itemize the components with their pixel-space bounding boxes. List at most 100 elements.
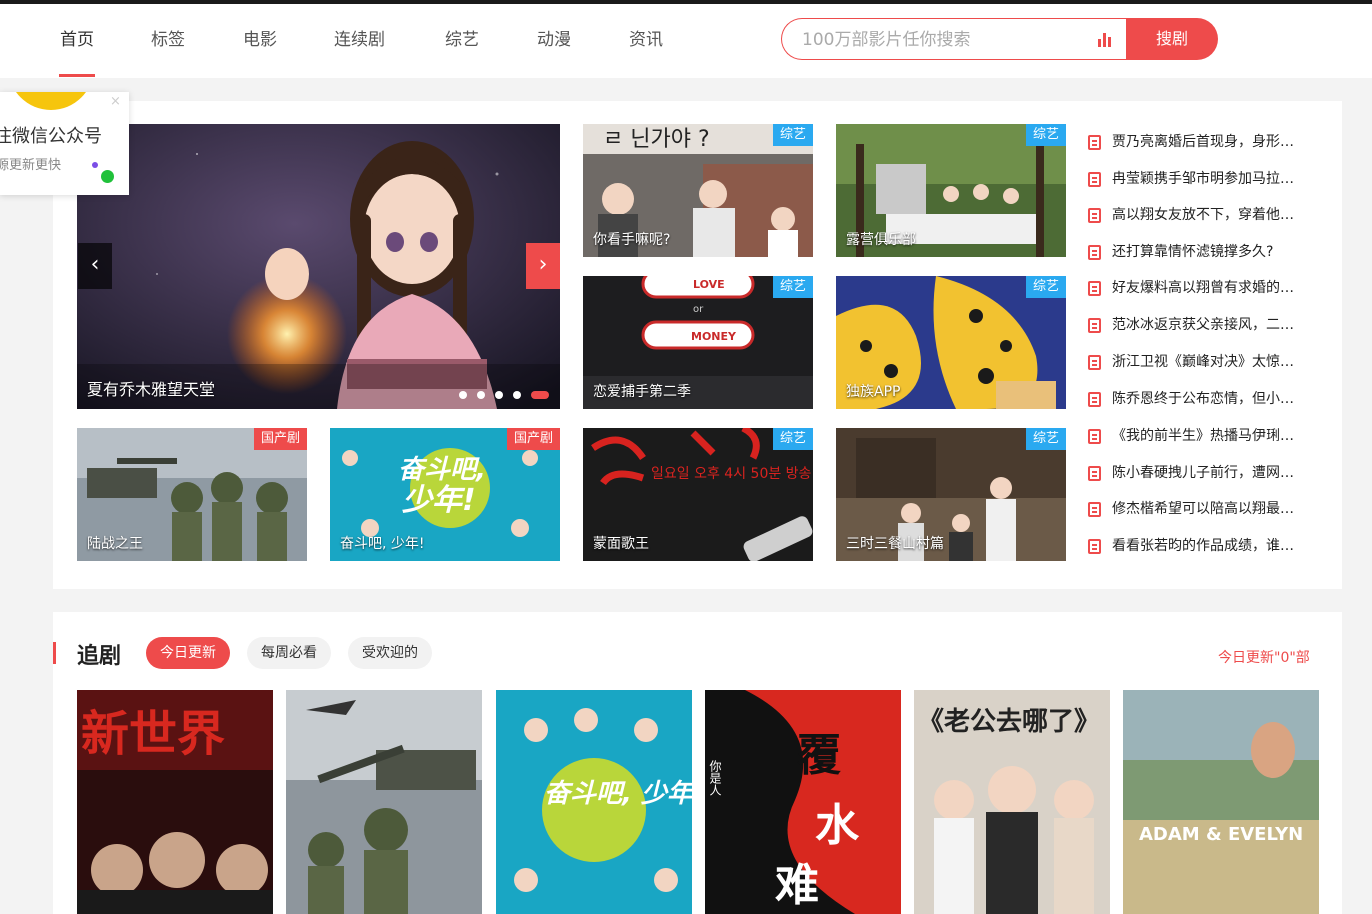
nav-home[interactable]: 首页 — [60, 28, 94, 52]
news-item[interactable]: 高以翔女友放不下，穿着他… — [1088, 205, 1328, 225]
document-icon — [1088, 135, 1101, 150]
wechat-logo-icon — [8, 92, 94, 110]
wechat-popup: × 注微信公众号 源更新更快 — [0, 92, 129, 195]
svg-text:覆: 覆 — [797, 730, 841, 781]
news-item[interactable]: 浙江卫视《巅峰对决》太惊… — [1088, 352, 1328, 372]
nav-movies[interactable]: 电影 — [243, 28, 277, 52]
tab-weekly[interactable]: 每周必看 — [247, 637, 331, 669]
poster-card[interactable] — [286, 690, 482, 914]
search-input[interactable] — [802, 28, 1082, 52]
chevron-right-icon: › — [538, 252, 548, 277]
section-title: 追剧 — [77, 644, 122, 669]
poster-card[interactable]: 覆 水 难 你是人 — [705, 690, 901, 914]
poster-image: 《老公去哪了》 — [914, 690, 1110, 914]
tile-card[interactable]: 奋斗吧, 少年! 国产剧 奋斗吧, 少年! — [330, 428, 560, 561]
section-accent-bar — [53, 642, 56, 664]
hero-dot-active[interactable] — [531, 391, 549, 399]
svg-text:or: or — [693, 304, 704, 315]
hero-slide[interactable]: 夏有乔木雅望天堂 — [77, 124, 560, 409]
decor-dot-icon — [101, 170, 114, 183]
hero-image — [77, 124, 560, 409]
poster-title-art: 《老公去哪了》 — [918, 707, 1100, 737]
document-icon — [1088, 429, 1101, 444]
poster-card[interactable]: 奋斗吧, 少年! — [496, 690, 692, 914]
news-item[interactable]: 好友爆料高以翔曾有求婚的… — [1088, 278, 1328, 298]
close-icon[interactable]: × — [110, 94, 121, 109]
popup-subtitle: 源更新更快 — [0, 158, 62, 173]
poster-title-art: 奋斗吧, 少年! — [544, 779, 692, 809]
hero-dot[interactable] — [513, 391, 521, 399]
hero-dot[interactable] — [477, 391, 485, 399]
document-icon — [1088, 208, 1101, 223]
svg-text:MONEY: MONEY — [691, 330, 737, 343]
tile-caption: 你看手嘛呢? — [593, 232, 671, 248]
tile-card[interactable]: 综艺 三时三餐山村篇 — [836, 428, 1066, 561]
tile-card[interactable]: 综艺 独族APP — [836, 276, 1066, 409]
tile-tag: 综艺 — [1025, 276, 1066, 298]
search-button[interactable]: 搜剧 — [1126, 18, 1218, 60]
today-update-count[interactable]: 今日更新"0"部 — [1218, 647, 1310, 667]
header: 首页 标签 电影 连续剧 综艺 动漫 资讯 搜剧 — [0, 4, 1372, 78]
tile-tag: 综艺 — [772, 124, 813, 146]
tile-tag: 国产剧 — [253, 428, 307, 450]
svg-text:LOVE: LOVE — [693, 278, 725, 291]
tile-tag: 综艺 — [772, 428, 813, 450]
document-icon — [1088, 172, 1101, 187]
poster-title-art: 新世界 — [81, 706, 225, 762]
tile-caption: 蒙面歌王 — [593, 536, 649, 552]
poster-title-art: ADAM & EVELYN — [1139, 824, 1303, 845]
nav-series[interactable]: 连续剧 — [334, 28, 385, 52]
nav-active-indicator — [59, 74, 95, 77]
news-item[interactable]: 看看张若昀的作品成绩，谁… — [1088, 536, 1328, 556]
tile-card[interactable]: 国产剧 陆战之王 — [77, 428, 307, 561]
tile-caption: 独族APP — [846, 384, 901, 400]
svg-text:ㄹ 닌가야 ?: ㄹ 닌가야 ? — [603, 127, 710, 152]
poster-card[interactable]: 《老公去哪了》 — [914, 690, 1110, 914]
document-icon — [1088, 539, 1101, 554]
poster-card[interactable]: ADAM & EVELYN — [1123, 690, 1319, 914]
hero-prev-button[interactable]: ‹ — [78, 243, 112, 289]
popup-title: 注微信公众号 — [0, 126, 102, 147]
tile-card[interactable]: 일요일 오후 4시 50분 방송 综艺 蒙面歌王 — [583, 428, 813, 561]
svg-text:难: 难 — [775, 860, 819, 911]
document-icon — [1088, 318, 1101, 333]
tile-tag: 综艺 — [1025, 124, 1066, 146]
news-item[interactable]: 冉莹颖携手邹市明参加马拉… — [1088, 169, 1328, 189]
tile-tag: 综艺 — [1025, 428, 1066, 450]
nav-tags[interactable]: 标签 — [151, 28, 185, 52]
news-item[interactable]: 还打算靠情怀滤镜撑多久? — [1088, 242, 1328, 262]
hero-dot[interactable] — [495, 391, 503, 399]
hero-next-button[interactable]: › — [526, 243, 560, 289]
poster-image: 奋斗吧, 少年! — [496, 690, 692, 914]
document-icon — [1088, 502, 1101, 517]
tile-card[interactable]: LOVE or MONEY 综艺 恋爱捕手第二季 — [583, 276, 813, 409]
document-icon — [1088, 355, 1101, 370]
svg-text:你是人: 你是人 — [708, 760, 722, 796]
news-item[interactable]: 范冰冰返京获父亲接风，二… — [1088, 315, 1328, 335]
hero-dot[interactable] — [459, 391, 467, 399]
news-item[interactable]: 修杰楷希望可以陪高以翔最… — [1088, 499, 1328, 519]
tile-card[interactable]: 综艺 露营俱乐部 — [836, 124, 1066, 257]
svg-text:일요일 오후 4시 50분 방송: 일요일 오후 4시 50분 방송 — [651, 466, 812, 482]
news-item[interactable]: 陈小春硬拽儿子前行，遭网… — [1088, 463, 1328, 483]
search-box — [781, 18, 1127, 60]
bar-chart-icon[interactable] — [1098, 33, 1112, 47]
chevron-left-icon: ‹ — [90, 252, 100, 277]
news-item[interactable]: 陈乔恩终于公布恋情，但小… — [1088, 389, 1328, 409]
nav-anime[interactable]: 动漫 — [537, 28, 571, 52]
tile-caption: 露营俱乐部 — [846, 232, 916, 248]
document-icon — [1088, 466, 1101, 481]
hero-caption: 夏有乔木雅望天堂 — [87, 380, 216, 399]
tab-popular[interactable]: 受欢迎的 — [348, 637, 432, 669]
news-item[interactable]: 贾乃亮离婚后首现身，身形… — [1088, 132, 1328, 152]
poster-image — [286, 690, 482, 914]
tab-today[interactable]: 今日更新 — [146, 637, 230, 669]
nav-variety[interactable]: 综艺 — [445, 28, 479, 52]
tile-card[interactable]: ㄹ 닌가야 ? 综艺 你看手嘛呢? — [583, 124, 813, 257]
poster-card[interactable]: 新世界 — [77, 690, 273, 914]
svg-text:少年!: 少年! — [402, 483, 476, 518]
news-item[interactable]: 《我的前半生》热播马伊琍… — [1088, 426, 1328, 446]
nav-news[interactable]: 资讯 — [629, 28, 663, 52]
decor-dot-icon — [92, 162, 98, 168]
poster-image: 覆 水 难 你是人 — [705, 690, 901, 914]
